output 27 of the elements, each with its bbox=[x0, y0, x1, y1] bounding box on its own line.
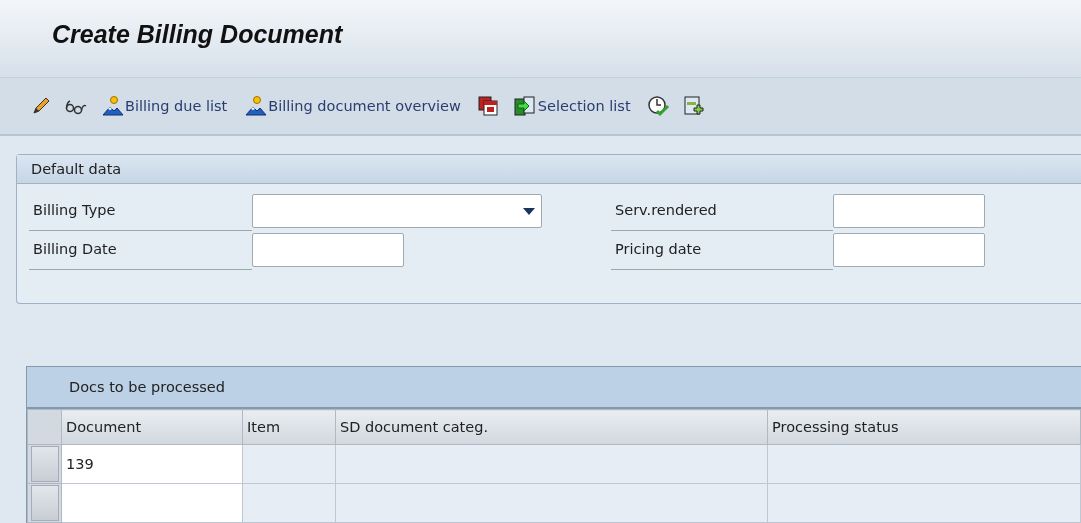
select-all-cell[interactable] bbox=[27, 409, 62, 445]
dropdown-arrow-icon[interactable] bbox=[523, 207, 535, 215]
dropdown-field[interactable] bbox=[252, 194, 542, 228]
column-header: Document bbox=[61, 409, 243, 445]
column-header: Item bbox=[242, 409, 336, 445]
calendar-icon[interactable] bbox=[476, 95, 499, 117]
column-header: SD document categ. bbox=[335, 409, 768, 445]
pencil-icon[interactable] bbox=[30, 95, 52, 117]
document-plus-icon[interactable] bbox=[682, 95, 705, 117]
table-title: Docs to be processed bbox=[69, 379, 225, 395]
toolbar-button[interactable]: Billing due list bbox=[100, 91, 230, 121]
column-header: Processing status bbox=[767, 409, 1081, 445]
row-selector[interactable] bbox=[30, 446, 59, 482]
toolbar-button[interactable]: Billing document overview bbox=[243, 91, 463, 121]
row-selector[interactable] bbox=[30, 485, 59, 521]
input-cell[interactable] bbox=[61, 483, 243, 523]
input-cell[interactable]: 139 bbox=[61, 444, 243, 484]
document-arrow-icon bbox=[512, 95, 537, 117]
person-mountain-icon bbox=[102, 95, 124, 117]
input-field[interactable] bbox=[833, 194, 985, 228]
person-mountain-icon bbox=[245, 95, 268, 117]
group-title: Default data bbox=[31, 160, 122, 179]
input-field[interactable] bbox=[252, 233, 404, 267]
toolbar-button[interactable]: Selection list bbox=[510, 91, 633, 121]
clock-check-icon[interactable] bbox=[646, 95, 671, 117]
window-title: Create Billing Document bbox=[52, 20, 343, 49]
input-field[interactable] bbox=[833, 233, 985, 267]
